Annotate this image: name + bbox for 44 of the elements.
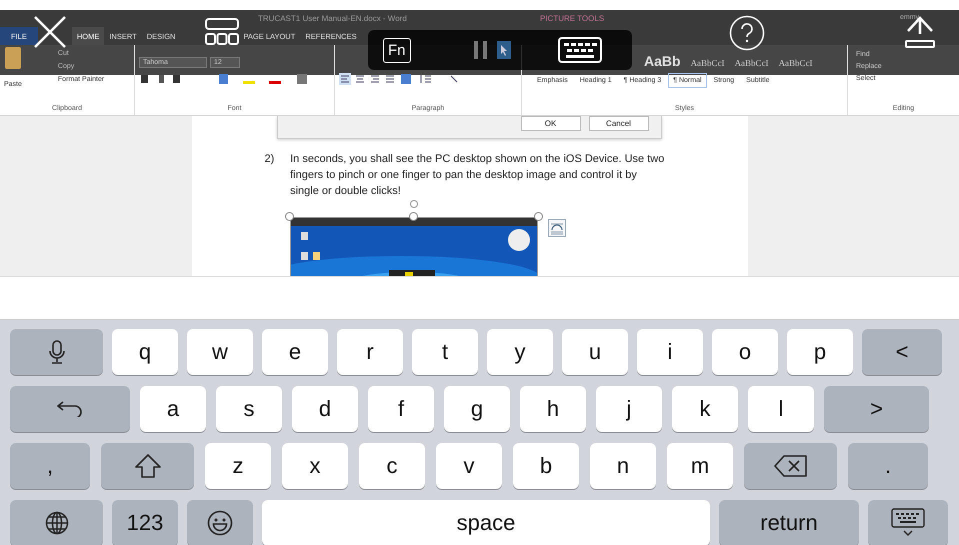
style-preview[interactable]: AaBbCcI [778,58,813,68]
letter-key[interactable]: h [520,386,586,432]
style-preview[interactable]: AaBbCcI [690,58,725,68]
letter-key[interactable]: b [513,443,579,489]
letter-key[interactable]: j [596,386,662,432]
letter-key[interactable]: d [292,386,358,432]
context-tab-label: PICTURE TOOLS [540,14,604,23]
fn-button[interactable]: Fn [383,38,411,62]
style-preview[interactable]: AaBb [644,53,681,69]
letter-key[interactable]: w [187,329,253,375]
key[interactable]: . [848,443,928,489]
letter-key[interactable]: k [672,386,738,432]
ok-button[interactable]: OK [520,116,580,131]
letter-key[interactable]: o [712,329,778,375]
letter-key[interactable]: e [262,329,328,375]
letter-key[interactable]: l [748,386,814,432]
letter-key[interactable]: r [337,329,403,375]
letter-key[interactable]: z [205,443,271,489]
letter-key[interactable]: s [216,386,282,432]
letter-key[interactable]: u [562,329,628,375]
key[interactable]: , [10,443,90,489]
key[interactable]: < [862,329,942,375]
letter-key[interactable]: c [359,443,425,489]
letter-key[interactable]: y [487,329,553,375]
letter-key[interactable]: x [282,443,348,489]
cancel-button[interactable]: Cancel [588,116,648,131]
key[interactable]: > [824,386,929,432]
letter-key[interactable]: n [590,443,656,489]
letter-key[interactable]: t [412,329,478,375]
space-key[interactable]: space [262,500,710,545]
letter-key[interactable]: a [140,386,206,432]
style-preview[interactable]: AaBbCcI [734,58,769,68]
numbers-key[interactable]: 123 [112,500,178,545]
letter-key[interactable]: v [436,443,502,489]
paragraph-text: In seconds, you shall see the PC desktop shown on the iOS Device. Use two fingers to pinch or one finger to pan the desktop image and control it by single or double clicks! [290,152,664,199]
letter-key[interactable]: p [787,329,853,375]
return-key[interactable]: return [719,500,859,545]
letter-key[interactable]: f [368,386,434,432]
window-title: TRUCAST1 User Manual-EN.docx - Word [258,14,407,23]
letter-key[interactable]: m [667,443,733,489]
letter-key[interactable]: q [112,329,178,375]
letter-key[interactable]: g [444,386,510,432]
list-number: 2) [264,152,276,167]
letter-key[interactable]: i [637,329,703,375]
